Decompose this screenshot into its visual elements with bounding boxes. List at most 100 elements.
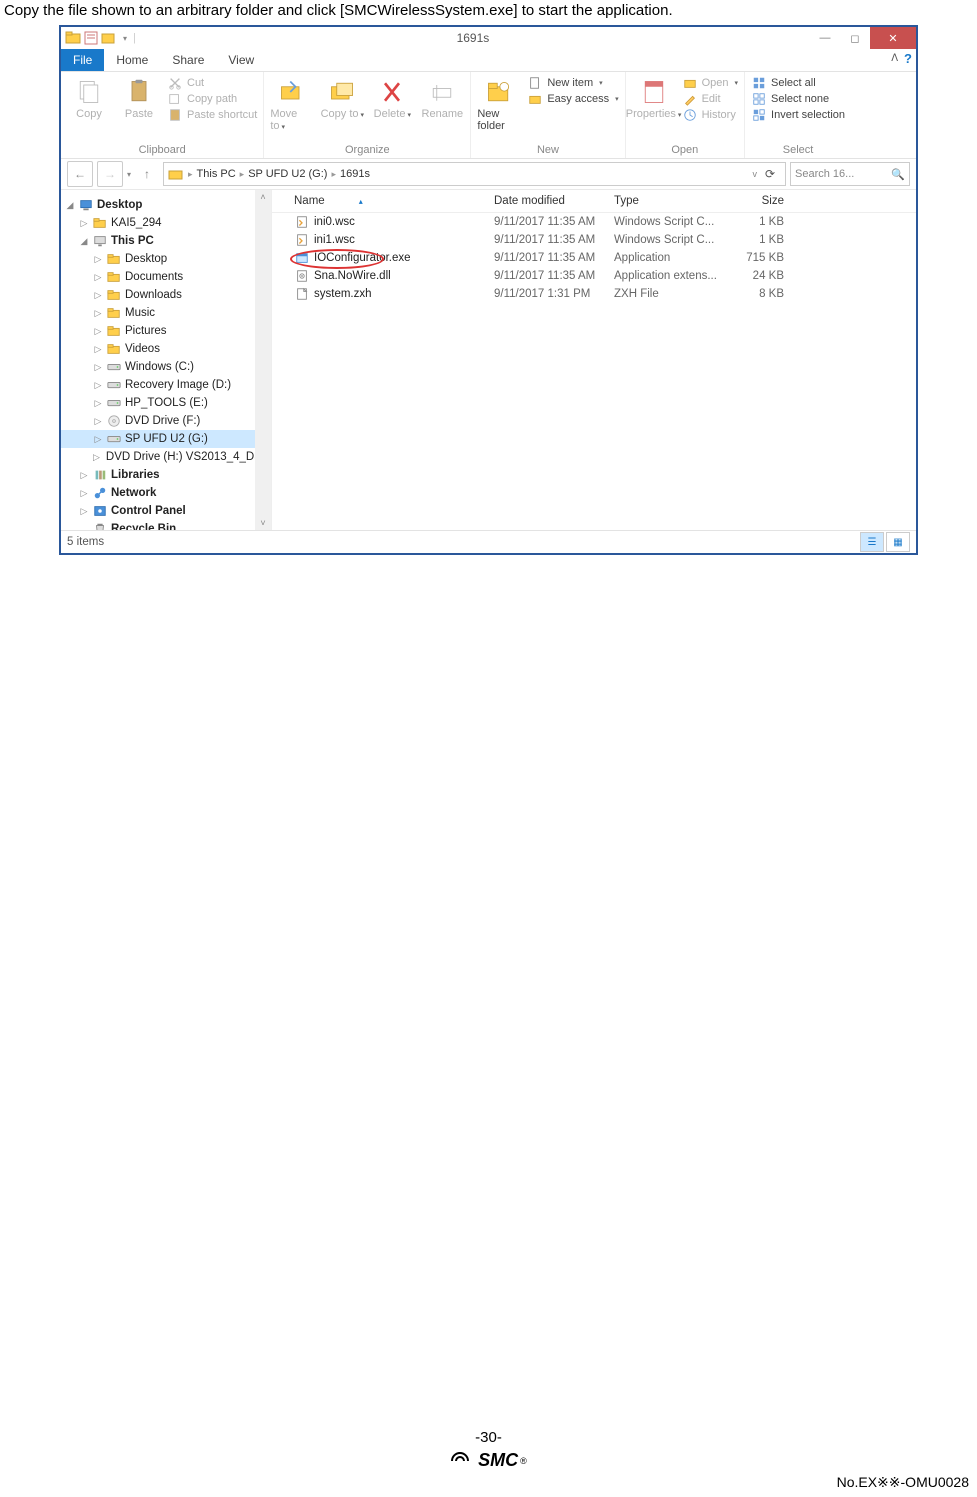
tree-item[interactable]: ▷Downloads <box>61 286 271 304</box>
expand-icon[interactable]: ▷ <box>79 218 89 229</box>
expand-icon[interactable]: ▷ <box>93 380 103 391</box>
col-name[interactable]: Name▴ <box>272 195 494 207</box>
expand-icon[interactable]: ▷ <box>93 434 103 445</box>
tree-item[interactable]: ▷Windows (C:) <box>61 358 271 376</box>
help-icon[interactable]: ? <box>904 51 912 66</box>
copypath-button[interactable]: Copy path <box>167 92 257 106</box>
tree-item[interactable]: ▷Recovery Image (D:) <box>61 376 271 394</box>
forward-button[interactable]: → <box>97 161 123 187</box>
expand-icon[interactable]: ◢ <box>79 236 89 247</box>
pasteshortcut-button[interactable]: Paste shortcut <box>167 108 257 122</box>
cut-button[interactable]: Cut <box>167 76 257 90</box>
smc-logo: SMC® <box>0 1450 977 1471</box>
expand-icon[interactable]: ▷ <box>93 308 103 319</box>
expand-icon[interactable]: ▷ <box>79 470 89 481</box>
tree-item[interactable]: Recycle Bin <box>61 520 271 530</box>
paste-button[interactable]: Paste <box>117 76 161 120</box>
expand-icon[interactable]: ▷ <box>93 398 103 409</box>
scrollbar[interactable]: ˄˅ <box>255 190 271 530</box>
qat-newfolder-icon[interactable] <box>101 30 117 46</box>
crumb[interactable]: This PC <box>197 168 236 180</box>
details-view-button[interactable]: ☰ <box>860 532 884 552</box>
open-button[interactable]: Open▾ <box>682 76 738 90</box>
tree-item[interactable]: ▷SP UFD U2 (G:) <box>61 430 271 448</box>
tab-file[interactable]: File <box>61 49 104 71</box>
close-button[interactable]: ✕ <box>870 27 916 49</box>
ribbon-group-clipboard: Copy Paste Cut Copy path Paste shortcut … <box>61 72 264 158</box>
expand-icon[interactable]: ◢ <box>65 200 75 211</box>
tree-item[interactable]: ▷Control Panel <box>61 502 271 520</box>
address-bar: ← → ▾ ↑ ▸ This PC▸ SP UFD U2 (G:)▸ 1691s… <box>61 159 916 190</box>
maximize-button[interactable]: ◻ <box>840 27 870 49</box>
crumb[interactable]: 1691s <box>340 168 370 180</box>
expand-icon[interactable]: ▷ <box>93 326 103 337</box>
expand-icon[interactable]: ▷ <box>79 506 89 517</box>
expand-icon[interactable]: ▷ <box>93 254 103 265</box>
up-button[interactable]: ↑ <box>135 162 159 186</box>
expand-icon[interactable]: ▷ <box>93 452 100 463</box>
col-type[interactable]: Type <box>614 195 724 207</box>
tab-share[interactable]: Share <box>160 49 216 71</box>
copyto-button[interactable]: Copy to▾ <box>320 76 364 120</box>
moveto-button[interactable]: Move to▾ <box>270 76 314 132</box>
scroll-up-icon[interactable]: ˄ <box>260 192 265 202</box>
group-label: Open <box>632 144 738 156</box>
status-bar: 5 items ☰ ▦ <box>61 530 916 553</box>
back-button[interactable]: ← <box>67 161 93 187</box>
file-row[interactable]: ini0.wsc9/11/2017 11:35 AMWindows Script… <box>272 213 916 231</box>
delete-button[interactable]: Delete▾ <box>370 76 414 120</box>
file-row[interactable]: system.zxh9/11/2017 1:31 PMZXH File8 KB <box>272 285 916 303</box>
expand-icon[interactable]: ▷ <box>79 488 89 499</box>
expand-icon[interactable]: ▷ <box>93 344 103 355</box>
qat-dropdown-icon[interactable]: ▾ <box>119 34 131 43</box>
edit-button[interactable]: Edit <box>682 92 738 106</box>
tree-item[interactable]: ▷Desktop <box>61 250 271 268</box>
window-title: 1691s <box>136 31 810 45</box>
tree-item[interactable]: ▷DVD Drive (F:) <box>61 412 271 430</box>
tab-view[interactable]: View <box>216 49 266 71</box>
rename-button[interactable]: Rename <box>420 76 464 120</box>
tree-item[interactable]: ▷HP_TOOLS (E:) <box>61 394 271 412</box>
tree-item[interactable]: ◢This PC <box>61 232 271 250</box>
breadcrumb[interactable]: ▸ This PC▸ SP UFD U2 (G:)▸ 1691s v ⟳ <box>163 162 786 186</box>
col-size[interactable]: Size <box>724 195 796 207</box>
file-row[interactable]: ini1.wsc9/11/2017 11:35 AMWindows Script… <box>272 231 916 249</box>
tab-home[interactable]: Home <box>104 49 160 71</box>
expand-icon[interactable]: ▷ <box>93 362 103 373</box>
icons-view-button[interactable]: ▦ <box>886 532 910 552</box>
refresh-icon[interactable]: ⟳ <box>759 167 781 181</box>
address-dropdown-icon[interactable]: v <box>752 169 757 179</box>
recent-dropdown-icon[interactable]: ▾ <box>127 170 131 179</box>
scroll-down-icon[interactable]: ˅ <box>260 518 265 528</box>
selectall-button[interactable]: Select all <box>751 76 845 90</box>
collapse-ribbon-icon[interactable]: ᐱ <box>891 53 898 64</box>
file-row[interactable]: IOConfigurator.exe9/11/2017 11:35 AMAppl… <box>272 249 916 267</box>
newfolder-button[interactable]: New folder <box>477 76 521 132</box>
easyaccess-button[interactable]: Easy access▾ <box>527 92 618 106</box>
history-button[interactable]: History <box>682 108 738 122</box>
tree-item[interactable]: ▷Videos <box>61 340 271 358</box>
tree-item[interactable]: ◢Desktop <box>61 196 271 214</box>
minimize-button[interactable]: — <box>810 27 840 49</box>
expand-icon[interactable]: ▷ <box>93 416 103 427</box>
expand-icon[interactable]: ▷ <box>93 272 103 283</box>
crumb[interactable]: SP UFD U2 (G:) <box>248 168 327 180</box>
page-number: -30- <box>0 1429 977 1446</box>
copy-button[interactable]: Copy <box>67 76 111 120</box>
newitem-button[interactable]: New item▾ <box>527 76 618 90</box>
tree-item[interactable]: ▷Pictures <box>61 322 271 340</box>
invert-button[interactable]: Invert selection <box>751 108 845 122</box>
expand-icon[interactable]: ▷ <box>93 290 103 301</box>
tree-item[interactable]: ▷Libraries <box>61 466 271 484</box>
selectnone-button[interactable]: Select none <box>751 92 845 106</box>
tree-item[interactable]: ▷KAI5_294 <box>61 214 271 232</box>
tree-item[interactable]: ▷Documents <box>61 268 271 286</box>
tree-item[interactable]: ▷DVD Drive (H:) VS2013_4_DSKEXP_JP <box>61 448 271 466</box>
properties-button[interactable]: Properties▾ <box>632 76 676 120</box>
search-input[interactable]: Search 16... 🔍 <box>790 162 910 186</box>
tree-item[interactable]: ▷Music <box>61 304 271 322</box>
tree-item[interactable]: ▷Network <box>61 484 271 502</box>
qat-properties-icon[interactable] <box>83 30 99 46</box>
file-row[interactable]: Sna.NoWire.dll9/11/2017 11:35 AMApplicat… <box>272 267 916 285</box>
col-date[interactable]: Date modified <box>494 195 614 207</box>
